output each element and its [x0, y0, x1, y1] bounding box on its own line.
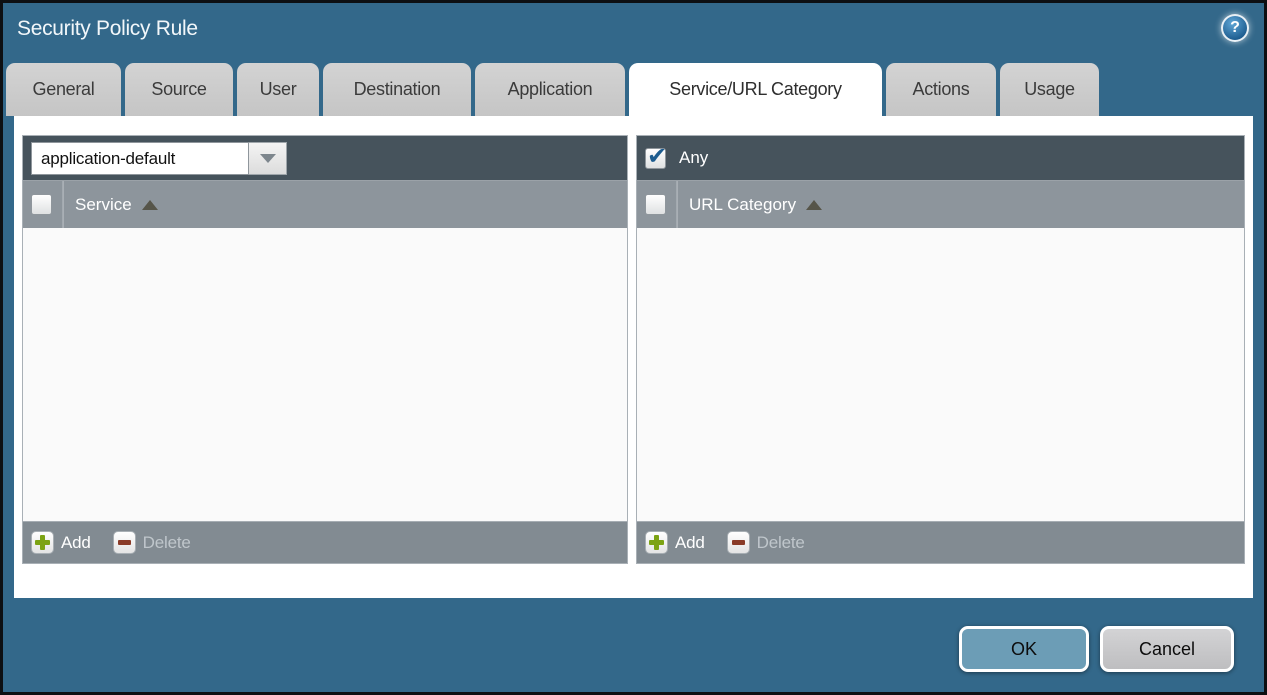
url-category-delete-button[interactable]: Delete	[727, 531, 805, 554]
header-divider	[676, 181, 677, 228]
any-checkbox-label[interactable]: Any	[679, 148, 708, 168]
chevron-down-icon	[260, 154, 276, 163]
minus-icon	[113, 531, 136, 554]
service-delete-button[interactable]: Delete	[113, 531, 191, 554]
tab-bar: General Source User Destination Applicat…	[6, 63, 1099, 116]
url-category-column-label[interactable]: URL Category	[689, 195, 796, 215]
delete-button-label: Delete	[143, 533, 191, 553]
url-category-table-header: URL Category	[637, 180, 1244, 228]
header-divider	[62, 181, 63, 228]
service-column-label[interactable]: Service	[75, 195, 132, 215]
cancel-button[interactable]: Cancel	[1100, 626, 1234, 672]
url-category-footer: Add Delete	[637, 521, 1244, 563]
any-checkbox[interactable]	[645, 148, 666, 169]
tab-service-url-category[interactable]: Service/URL Category	[629, 63, 882, 116]
service-panel: application-default Service Add	[22, 135, 628, 564]
service-add-button[interactable]: Add	[31, 531, 91, 554]
delete-button-label: Delete	[757, 533, 805, 553]
tab-content-service-url-category: application-default Service Add	[14, 116, 1253, 598]
select-all-url-categories-checkbox[interactable]	[645, 194, 666, 215]
service-toolbar: application-default	[23, 136, 627, 180]
dialog-title: Security Policy Rule	[17, 17, 198, 41]
plus-icon	[645, 531, 668, 554]
plus-icon	[31, 531, 54, 554]
sort-ascending-icon[interactable]	[806, 200, 822, 210]
help-icon[interactable]: ?	[1221, 14, 1249, 42]
minus-icon	[727, 531, 750, 554]
tab-source[interactable]: Source	[125, 63, 233, 116]
service-footer: Add Delete	[23, 521, 627, 563]
url-category-list[interactable]	[637, 228, 1244, 521]
tab-user[interactable]: User	[237, 63, 319, 116]
security-policy-rule-dialog: Security Policy Rule ? General Source Us…	[0, 0, 1267, 695]
tab-general[interactable]: General	[6, 63, 121, 116]
add-button-label: Add	[61, 533, 91, 553]
tab-application[interactable]: Application	[475, 63, 625, 116]
url-category-panel: Any URL Category Add Delete	[636, 135, 1245, 564]
url-category-toolbar: Any	[637, 136, 1244, 180]
ok-button[interactable]: OK	[959, 626, 1089, 672]
add-button-label: Add	[675, 533, 705, 553]
tab-actions[interactable]: Actions	[886, 63, 996, 116]
service-type-value[interactable]: application-default	[31, 142, 249, 175]
service-list[interactable]	[23, 228, 627, 521]
tab-destination[interactable]: Destination	[323, 63, 471, 116]
url-category-add-button[interactable]: Add	[645, 531, 705, 554]
tab-usage[interactable]: Usage	[1000, 63, 1099, 116]
select-all-services-checkbox[interactable]	[31, 194, 52, 215]
service-type-dropdown-button[interactable]	[249, 142, 287, 175]
service-table-header: Service	[23, 180, 627, 228]
sort-ascending-icon[interactable]	[142, 200, 158, 210]
service-type-select: application-default	[31, 142, 287, 175]
